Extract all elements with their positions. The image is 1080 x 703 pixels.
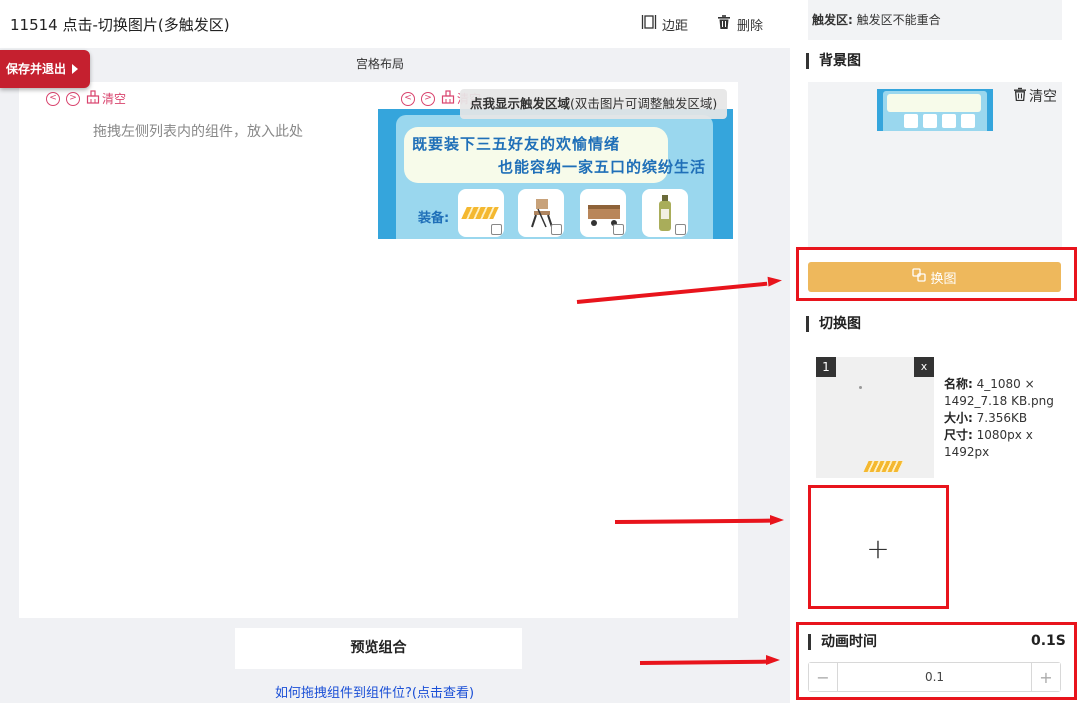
annotation-arrow-head xyxy=(770,515,784,525)
margin-button[interactable]: 边距 xyxy=(641,14,688,34)
margin-label: 边距 xyxy=(662,18,689,34)
annotation-box-anim-time xyxy=(796,622,1077,700)
switch-section-title: 切换图 xyxy=(806,316,861,332)
thumb-dot xyxy=(859,386,862,389)
clear-cell-1-button[interactable]: 清空 xyxy=(86,90,126,107)
help-link[interactable]: 如何拖拽组件到组件位?(点击查看) xyxy=(275,682,474,701)
annotation-arrow-head xyxy=(767,275,783,287)
trash-outline-icon xyxy=(1013,87,1027,105)
drop-hint: 拖拽左侧列表内的组件，放入此处 xyxy=(93,124,303,140)
save-and-exit-button[interactable]: 保存并退出 xyxy=(0,50,91,88)
workspace-title: 宫格布局 xyxy=(355,57,404,71)
clear-brush-icon xyxy=(86,90,100,107)
save-exit-label: 保存并退出 xyxy=(6,62,67,76)
trigger-note: 触发区: 触发区不能重合 xyxy=(808,0,1062,40)
cell-1-controls: < > 清空 xyxy=(46,90,126,107)
thumb-item xyxy=(923,114,937,128)
chair-icon xyxy=(531,199,553,228)
bg-clear-button[interactable]: 清空 xyxy=(1013,86,1057,106)
meta-size-value: 7.356KB xyxy=(976,411,1028,425)
equip-mat[interactable] xyxy=(458,189,504,237)
move-left-icon[interactable]: < xyxy=(401,91,415,106)
tooltip-strong: 点我显示触发区域 xyxy=(470,96,571,111)
trigger-area-tooltip[interactable]: 点我显示触发区域(双击图片可调整触发区域) xyxy=(460,89,728,119)
delete-button[interactable]: 删除 xyxy=(716,14,763,34)
mat-icon xyxy=(863,461,904,472)
equip-checkbox[interactable] xyxy=(551,224,562,235)
preview-combo-button[interactable]: 预览组合 xyxy=(235,628,522,669)
equip-checkbox[interactable] xyxy=(613,224,624,235)
delete-label: 删除 xyxy=(737,18,764,34)
meta-dim: 尺寸: 1080px x 1492px xyxy=(944,427,1074,461)
equip-checkbox[interactable] xyxy=(675,224,686,235)
thumb-item xyxy=(904,114,918,128)
meta-size: 大小: 7.356KB xyxy=(944,410,1074,427)
tooltip-rest: (双击图片可调整触发区域) xyxy=(570,96,718,111)
bottle-icon xyxy=(659,195,671,231)
thumb-bubble xyxy=(887,94,981,112)
thumb-item xyxy=(961,114,975,128)
meta-name: 名称: 4_1080 × 1492_7.18 KB.png xyxy=(944,376,1074,410)
equip-bottle[interactable] xyxy=(642,189,688,237)
equip-checkbox[interactable] xyxy=(491,224,502,235)
annotation-arrow-line xyxy=(639,659,767,665)
banner-line-1: 既要装下三五好友的欢愉情绪 xyxy=(412,135,621,153)
annotation-arrow-line xyxy=(614,518,771,524)
background-thumbnail[interactable] xyxy=(877,89,993,131)
trigger-note-key: 触发区: xyxy=(812,13,853,27)
move-right-icon[interactable]: > xyxy=(66,91,80,106)
move-left-icon[interactable]: < xyxy=(46,91,60,106)
meta-size-key: 大小: xyxy=(944,411,973,425)
play-arrow-icon xyxy=(72,64,79,74)
mat-icon xyxy=(461,207,499,219)
thumb-item xyxy=(942,114,956,128)
equip-cart[interactable] xyxy=(580,189,626,237)
bg-clear-label: 清空 xyxy=(1029,89,1057,105)
page-title: 11514 点击-切换图片(多触发区) xyxy=(10,16,230,34)
equip-label: 装备: xyxy=(418,211,450,226)
move-right-icon[interactable]: > xyxy=(421,91,435,106)
thumb-remove-button[interactable]: x xyxy=(914,357,934,377)
banner-line-2: 也能容纳一家五口的缤纷生活 xyxy=(498,158,707,176)
thumb-index-badge: 1 xyxy=(816,357,836,377)
trigger-note-text: 触发区不能重合 xyxy=(856,13,941,27)
banner-image[interactable]: 既要装下三五好友的欢愉情绪 也能容纳一家五口的缤纷生活 装备: xyxy=(378,109,733,239)
trash-icon xyxy=(716,14,732,34)
annotation-arrow-head xyxy=(766,655,780,665)
equip-chair[interactable] xyxy=(518,189,564,237)
clear-label: 清空 xyxy=(102,92,127,106)
margin-icon xyxy=(641,14,657,34)
annotation-box-change-image xyxy=(796,247,1077,301)
clear-brush-icon xyxy=(441,90,455,107)
meta-name-key: 名称: xyxy=(944,377,973,391)
image-meta: 名称: 4_1080 × 1492_7.18 KB.png 大小: 7.356K… xyxy=(944,376,1074,461)
bg-section-title: 背景图 xyxy=(806,53,861,69)
meta-dim-key: 尺寸: xyxy=(944,428,973,442)
annotation-box-add-image xyxy=(808,485,949,609)
